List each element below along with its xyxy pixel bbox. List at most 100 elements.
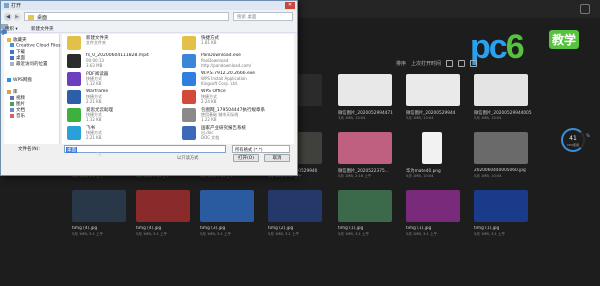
- new-folder-button[interactable]: 新建文件夹: [31, 26, 54, 32]
- folder-icon[interactable]: [470, 59, 478, 67]
- sidebar-item-icon: [10, 43, 14, 47]
- thumbnail[interactable]: [268, 190, 322, 222]
- file-item[interactable]: 国家产业研究报告系统 出.doc DOC 文档: [179, 125, 289, 142]
- thumbnail-caption: timg (1).jpg: [474, 226, 500, 231]
- thumbnail-meta: 5月 1MB, 10:04: [406, 174, 434, 178]
- sidebar-item[interactable]: 最近访问的位置: [10, 61, 48, 67]
- file-item[interactable]: fs_0_20200604111828.mp4 00:00:13 3.63 MB: [64, 53, 174, 70]
- thumbnail-meta: 5月 1MB, 3:1 上午: [72, 232, 104, 236]
- back-arrow-icon[interactable]: ◀: [4, 13, 12, 21]
- thumbnail-caption: timg (1).jpg: [406, 226, 432, 231]
- sidebar-item[interactable]: WPS网盘: [7, 77, 32, 83]
- list-view-icon[interactable]: [458, 59, 466, 67]
- dialog-app-icon: [4, 3, 9, 8]
- cancel-button[interactable]: 取消: [264, 154, 290, 162]
- file-item[interactable]: PanDownload.exe PanDownload http://pandown…: [179, 53, 289, 70]
- file-icon: [67, 36, 81, 50]
- filename-value: 桌面: [66, 147, 77, 153]
- file-icon: [67, 72, 81, 86]
- thumbnail-meta: 5月 1MB, 10:04: [406, 116, 434, 120]
- thumbnail-meta: 5月 1MB, 3:1 上午: [474, 232, 506, 236]
- gallery-row: timg (4).jpg 5月 1MB, 3:1 上午 timg (4).jpg 5月…: [72, 190, 532, 250]
- thumbnail-meta: 5月 1MB, 3:1 上午: [200, 232, 232, 236]
- file-icon: [67, 126, 81, 140]
- thumbnail[interactable]: [338, 190, 392, 222]
- thumbnail-caption: 2020060440005060.jpg: [474, 168, 526, 173]
- file-icon: [67, 108, 81, 122]
- readonly-checkbox[interactable]: 以只读方式: [177, 155, 198, 161]
- folder-icon: [28, 15, 34, 20]
- thumbnail[interactable]: [338, 132, 392, 164]
- thumbnail[interactable]: [338, 74, 392, 106]
- thumbnail[interactable]: [200, 190, 254, 222]
- sort-value[interactable]: 上次打开时间: [411, 60, 441, 67]
- filename-label: 文件名(N):: [18, 147, 40, 152]
- filetype-value: 所有格式 (*.*): [235, 148, 263, 153]
- file-list: 新建文件夹 文件文件夹 快捷方式 1.81 KB fs_0_20200604111828…: [62, 34, 294, 144]
- dialog-nav: ◀ ▶ 桌面 搜索 桌面: [4, 12, 294, 22]
- sidebar-item-label: Creative Cloud Files: [16, 43, 61, 49]
- file-icon: [182, 72, 196, 86]
- file-icon: [182, 126, 196, 140]
- file-item[interactable]: Warframe 快捷方式 2.21 KB: [64, 89, 174, 106]
- thumbnail-caption: timg (2).jpg: [268, 226, 294, 231]
- open-button[interactable]: 打开(O): [233, 154, 259, 162]
- thumbnail-meta: 3月 1MB, 10:04: [338, 116, 366, 120]
- thumbnail-meta: 5月 1MB, 3:1 上午: [406, 232, 438, 236]
- window-icon[interactable]: [580, 4, 590, 14]
- file-meta: 3.63 MB: [86, 63, 103, 68]
- thumbnail[interactable]: [136, 190, 190, 222]
- file-detail: 1.81 KB: [201, 40, 217, 45]
- file-item[interactable]: 新建文件夹 文件文件夹: [64, 35, 174, 52]
- file-item[interactable]: 飞书 快捷方式 2.21 KB: [64, 125, 174, 142]
- thumbnail[interactable]: [474, 190, 528, 222]
- file-meta: Kingsoft Corp. Ltd.: [201, 81, 239, 86]
- address-bar[interactable]: 桌面: [24, 12, 229, 21]
- sidebar-item-icon: [10, 61, 14, 66]
- file-meta: 1.12 KB: [86, 81, 102, 86]
- file-item[interactable]: W.P.S.7912.20.2666.exe WPS Install Applic…: [179, 71, 289, 88]
- nav-pane: 收藏夹 Creative Cloud Files 下载 桌面 最近访问的位置 WPS网盘库…: [4, 34, 60, 144]
- dialog-titlebar: 打开 ✕: [1, 1, 297, 10]
- file-icon: [182, 36, 196, 50]
- forward-arrow-icon[interactable]: ▶: [13, 13, 21, 21]
- open-file-dialog: 打开 ✕ ◀ ▶ 桌面 搜索 桌面 组织 ▾ 新建文件夹 收藏夹 Creative…: [0, 0, 298, 176]
- app-window: { "dialog": { "title": "打开", "address": …: [0, 0, 600, 286]
- dialog-toolbar: 组织 ▾ 新建文件夹: [1, 24, 297, 35]
- thumbnail[interactable]: [72, 190, 126, 222]
- file-item[interactable]: WPS Office 快捷方式 2.24 KB: [179, 89, 289, 106]
- filetype-select[interactable]: 所有格式 (*.*): [232, 145, 290, 153]
- thumbnail[interactable]: [406, 74, 460, 106]
- gauge-value: 41: [569, 135, 577, 142]
- thumbnail[interactable]: [474, 132, 528, 164]
- sort-bar[interactable]: 排序 上次打开时间: [396, 58, 478, 68]
- file-item[interactable]: PDF阅读器 快捷方式 1.12 KB: [64, 71, 174, 88]
- sidebar-item-icon: [10, 95, 14, 100]
- thumbnail[interactable]: [474, 74, 528, 106]
- file-meta: 2.24 KB: [201, 99, 217, 104]
- thumbnail-meta: 5月 1MB, 10:04: [474, 116, 502, 120]
- file-item[interactable]: 爱思尤云助理 快捷方式 1.12 KB: [64, 107, 174, 124]
- organize-button[interactable]: 组织 ▾: [5, 26, 18, 32]
- file-icon: [182, 54, 196, 68]
- sidebar-item[interactable]: 音乐: [10, 113, 25, 119]
- filename-input[interactable]: 桌面: [64, 145, 226, 153]
- sidebar-item-label: 最近访问的位置: [16, 62, 48, 67]
- file-icon: [67, 90, 81, 104]
- close-icon[interactable]: ✕: [285, 2, 295, 9]
- file-meta: http://pandownload.com/: [201, 63, 252, 68]
- sidebar-item-icon: [10, 55, 14, 60]
- search-placeholder: 搜索 桌面: [237, 15, 257, 20]
- thumbnail[interactable]: [422, 132, 442, 164]
- thumbnail-caption: timg (1).jpg: [338, 226, 364, 231]
- file-item[interactable]: 快捷方式 1.81 KB: [179, 35, 289, 52]
- thumbnail-meta: 5月 1MB, 3:1 上午: [136, 232, 168, 236]
- search-input[interactable]: 搜索 桌面: [233, 12, 293, 21]
- file-icon: [182, 90, 196, 104]
- file-meta: 1.12 KB: [86, 117, 102, 122]
- grid-view-icon[interactable]: [446, 59, 454, 67]
- thumbnail[interactable]: [406, 190, 460, 222]
- file-item[interactable]: 包图网_179504447执行规章系 使用基础 城市天际线 1.22 KB: [179, 107, 289, 124]
- sidebar-item-icon: [7, 37, 11, 42]
- sidebar-item-label: WPS网盘: [13, 78, 33, 83]
